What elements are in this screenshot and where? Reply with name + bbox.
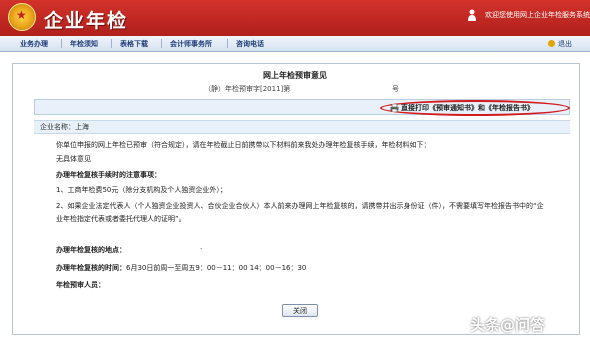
- time-label: 办理年检复核的时间：: [56, 264, 126, 272]
- time-value: 6月30日前周一至周五9：00－11：00 14：00－16：30: [126, 264, 307, 272]
- welcome-text: 欢迎您使用网上企业年检服务系统: [485, 11, 590, 19]
- opinion-text: 无具体意见: [56, 155, 91, 163]
- location-value: ·: [200, 245, 203, 253]
- company-name: 企业名称：上海: [40, 123, 89, 131]
- nav-annual-notice[interactable]: 年检须知: [70, 39, 98, 49]
- nav-accounting-firms[interactable]: 会计师事务所: [170, 39, 212, 49]
- nav-divider: [227, 39, 228, 48]
- document-number-suffix: 号: [392, 85, 399, 93]
- nav-divider: [61, 39, 62, 48]
- nav-hotline[interactable]: 咨询电话: [236, 39, 264, 49]
- exit-link[interactable]: 退出: [558, 39, 572, 49]
- location-label: 办理年检复核的地点：: [56, 246, 126, 254]
- close-button[interactable]: 关闭: [282, 304, 318, 317]
- nav-divider: [111, 39, 112, 48]
- reviewer-label: 年检预审人员：: [56, 281, 105, 289]
- nav-form-download[interactable]: 表格下载: [120, 39, 148, 49]
- nav-business[interactable]: 业务办理: [20, 39, 48, 49]
- national-emblem-icon: [8, 3, 36, 31]
- main-nav: 业务办理 年检须知 表格下载 会计师事务所 咨询电话 退出: [0, 36, 590, 52]
- note-id-cont: 业年检指定代表或者委托代理人的证明”。: [56, 215, 186, 223]
- app-title: 企业年检: [44, 10, 129, 32]
- note-fee: 1、工商年检费50元（除分支机构及个人独资企业外）；: [56, 186, 227, 194]
- exit-icon[interactable]: [548, 40, 555, 47]
- document-number: （静）年检预审字[2011]第: [204, 85, 291, 93]
- app-header: 企业年检 欢迎您使用网上企业年检服务系统: [0, 0, 590, 36]
- document-title: 网上年检预审意见: [263, 71, 327, 80]
- intro-text: 你单位申报的网上年检已预审（符合规定），请在年检截止日前携带以下材料前来我处办理…: [56, 141, 431, 149]
- nav-divider: [161, 39, 162, 48]
- note-id: 2、如果企业法定代表人（个人独资企业投资人、合伙企业合伙人）本人前来办理网上年检…: [56, 202, 544, 210]
- user-icon: [468, 9, 476, 21]
- printer-icon[interactable]: [390, 104, 399, 112]
- time-row: 办理年检复核的时间：6月30日前周一至周五9：00－11：00 14：00－16…: [56, 263, 306, 273]
- notes-heading: 办理年检复核手续时的注意事项：: [56, 171, 161, 179]
- print-notice-report-link[interactable]: 直接打印《预审通知书》和《年检报告书》: [401, 103, 534, 113]
- watermark-text: 头条@问答: [470, 316, 546, 334]
- document-body: 你单位申报的网上年检已预审（符合规定），请在年检截止日前携带以下材料前来我处办理…: [34, 132, 570, 292]
